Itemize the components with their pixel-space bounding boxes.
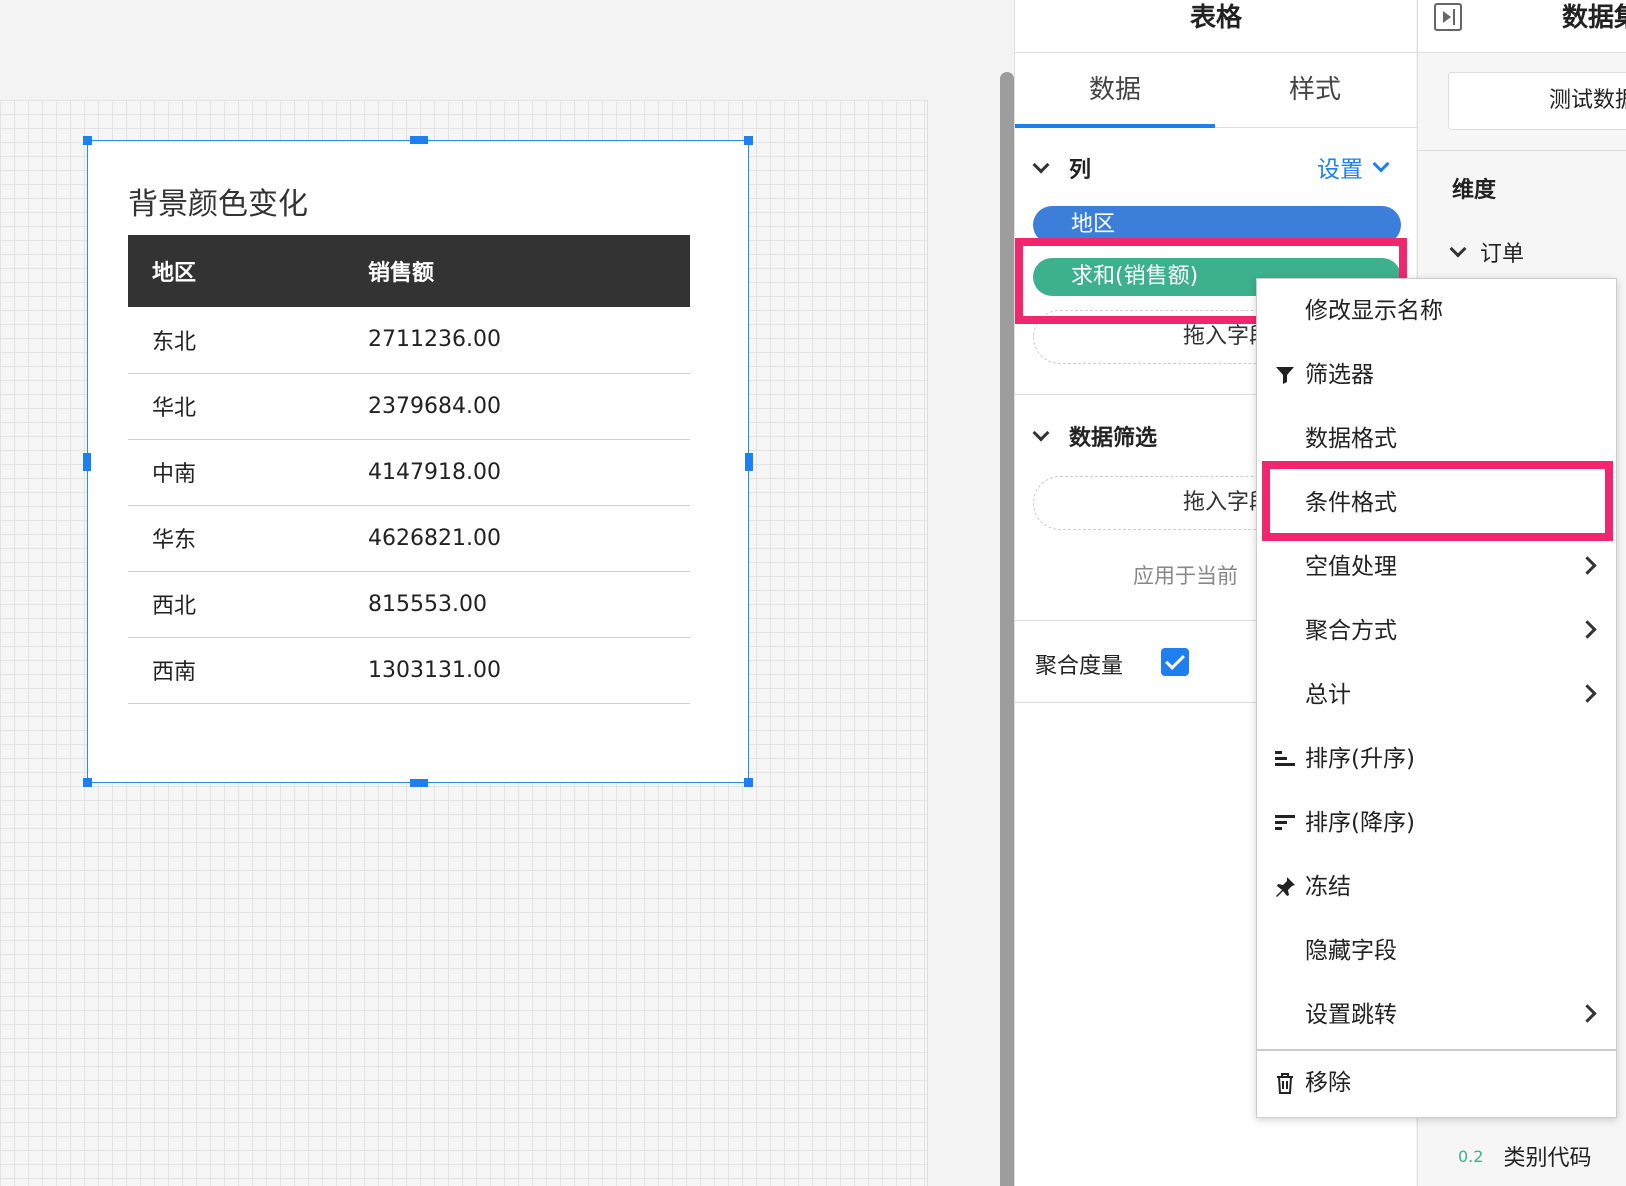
order-group-label: 订单 xyxy=(1480,242,1525,267)
chevron-right-icon xyxy=(1578,1004,1597,1023)
table-header-row: 地区 销售额 xyxy=(128,235,690,307)
menu-item-sort-ascending[interactable]: 排序(升序) xyxy=(1257,727,1616,791)
table-cell: 4147918.00 xyxy=(344,439,690,506)
field-label: 类别代码 xyxy=(1503,1146,1592,1171)
aggregate-checkbox[interactable] xyxy=(1161,648,1189,676)
panel-title: 表格 xyxy=(1015,0,1417,53)
canvas-scrollbar[interactable] xyxy=(1000,72,1014,1186)
filter-icon xyxy=(1276,367,1294,384)
table-widget[interactable]: 背景颜色变化 地区 销售额 东北 2711236.00 华北 2379684.0… xyxy=(83,136,753,787)
filter-section-label: 数据筛选 xyxy=(1069,426,1158,451)
columns-section-label: 列 xyxy=(1069,158,1092,183)
sort-ascending-icon xyxy=(1275,751,1295,766)
sales-table: 地区 销售额 东北 2711236.00 华北 2379684.00 中南 41… xyxy=(128,235,690,704)
column-header-sales[interactable]: 销售额 xyxy=(344,235,690,307)
table-cell: 东北 xyxy=(128,307,344,374)
tab-style[interactable]: 样式 xyxy=(1215,53,1415,128)
filter-section-header[interactable]: 数据筛选 xyxy=(1032,420,1158,452)
field-context-menu: 修改显示名称 筛选器 数据格式 条件格式 空值处理 聚合方式 总计 排序(升序)… xyxy=(1256,278,1617,1118)
numeric-type-icon: 0.2 xyxy=(1458,1146,1484,1166)
resize-handle-top-left[interactable] xyxy=(83,136,92,145)
chevron-down-icon xyxy=(1449,240,1467,258)
menu-item-null-handling[interactable]: 空值处理 xyxy=(1257,535,1616,599)
dataset-panel-title: 数据集 xyxy=(1562,3,1626,33)
menu-item-total[interactable]: 总计 xyxy=(1257,663,1616,727)
table-cell: 2379684.00 xyxy=(344,373,690,440)
chevron-right-icon xyxy=(1578,620,1597,639)
table-cell: 815553.00 xyxy=(344,571,690,638)
table-cell: 2711236.00 xyxy=(344,307,690,374)
resize-handle-top-right[interactable] xyxy=(744,136,753,145)
aggregate-label: 聚合度量 xyxy=(1035,654,1124,679)
widget-title: 背景颜色变化 xyxy=(128,187,308,222)
chevron-down-icon xyxy=(1372,155,1390,173)
pin-icon xyxy=(1276,877,1295,897)
menu-item-label: 聚合方式 xyxy=(1305,618,1397,644)
table-cell: 西南 xyxy=(128,637,344,704)
tab-data[interactable]: 数据 xyxy=(1015,53,1215,128)
resize-handle-right[interactable] xyxy=(745,453,753,471)
collapse-panel-icon[interactable] xyxy=(1434,3,1462,31)
menu-item-set-jump[interactable]: 设置跳转 xyxy=(1257,983,1616,1047)
test-data-button[interactable]: 测试数据 xyxy=(1448,72,1626,130)
menu-item-label: 设置跳转 xyxy=(1305,1002,1397,1028)
table-cell: 华北 xyxy=(128,373,344,440)
resize-handle-top[interactable] xyxy=(410,136,428,144)
menu-item-label: 筛选器 xyxy=(1305,362,1374,388)
chevron-down-icon xyxy=(1032,156,1050,174)
table-row: 西南 1303131.00 xyxy=(128,637,690,704)
settings-label: 设置 xyxy=(1317,157,1363,183)
dimension-label: 维度 xyxy=(1452,178,1497,203)
order-group[interactable]: 订单 xyxy=(1449,236,1525,268)
table-row: 华东 4626821.00 xyxy=(128,505,690,572)
menu-item-freeze[interactable]: 冻结 xyxy=(1257,855,1616,919)
chevron-right-icon xyxy=(1578,684,1597,703)
menu-item-label: 排序(升序) xyxy=(1305,746,1415,772)
table-row: 中南 4147918.00 xyxy=(128,439,690,506)
resize-handle-bottom[interactable] xyxy=(410,779,428,787)
table-cell: 华东 xyxy=(128,505,344,572)
resize-handle-bottom-left[interactable] xyxy=(83,778,92,787)
settings-dropdown[interactable]: 设置 xyxy=(1317,150,1390,184)
menu-item-label: 空值处理 xyxy=(1305,554,1397,580)
menu-item-remove[interactable]: 移除 xyxy=(1257,1051,1616,1115)
table-row: 华北 2379684.00 xyxy=(128,373,690,440)
table-cell: 4626821.00 xyxy=(344,505,690,572)
table-row: 东北 2711236.00 xyxy=(128,307,690,374)
sort-descending-icon xyxy=(1275,815,1295,830)
menu-item-label: 移除 xyxy=(1305,1070,1351,1096)
chevron-right-icon xyxy=(1578,556,1597,575)
menu-item-label: 排序(降序) xyxy=(1305,810,1415,836)
menu-item-sort-descending[interactable]: 排序(降序) xyxy=(1257,791,1616,855)
menu-item-hide-field[interactable]: 隐藏字段 xyxy=(1257,919,1616,983)
menu-item-label: 修改显示名称 xyxy=(1305,298,1443,324)
panel-tabs: 数据 样式 xyxy=(1015,53,1417,128)
table-row: 西北 815553.00 xyxy=(128,571,690,638)
section-divider xyxy=(1418,150,1626,151)
menu-item-aggregation[interactable]: 聚合方式 xyxy=(1257,599,1616,663)
chevron-down-icon xyxy=(1032,424,1050,442)
resize-handle-left[interactable] xyxy=(83,453,91,471)
field-category-code[interactable]: 0.2 类别代码 xyxy=(1458,1140,1591,1172)
resize-handle-bottom-right[interactable] xyxy=(744,778,753,787)
menu-item-rename[interactable]: 修改显示名称 xyxy=(1257,279,1616,343)
menu-item-label: 隐藏字段 xyxy=(1305,938,1397,964)
dataset-panel-header: 数据集 xyxy=(1418,0,1626,53)
columns-section-header[interactable]: 列 xyxy=(1032,152,1092,184)
table-cell: 中南 xyxy=(128,439,344,506)
trash-icon xyxy=(1277,1073,1293,1094)
highlight-box xyxy=(1262,461,1613,541)
menu-item-filter[interactable]: 筛选器 xyxy=(1257,343,1616,407)
table-cell: 西北 xyxy=(128,571,344,638)
menu-item-label: 冻结 xyxy=(1305,874,1351,900)
column-header-region[interactable]: 地区 xyxy=(128,235,344,307)
menu-item-label: 总计 xyxy=(1305,682,1351,708)
table-cell: 1303131.00 xyxy=(344,637,690,704)
apply-note: 应用于当前 xyxy=(1133,564,1238,588)
